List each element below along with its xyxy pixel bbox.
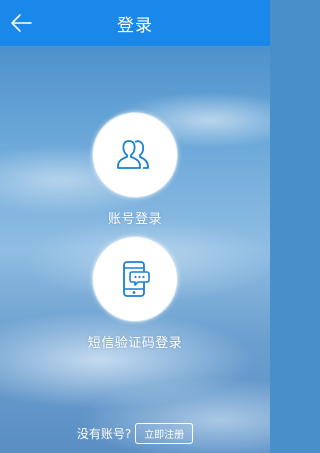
header-bar: 登录 [0,0,270,46]
arrow-left-icon[interactable] [6,8,36,38]
sms-login-button[interactable] [92,236,178,322]
account-login-button[interactable] [92,112,178,198]
account-login-option[interactable]: 账号登录 [0,112,270,227]
user-icon [117,140,149,169]
no-account-text: 没有账号? [76,427,132,441]
account-login-label: 账号登录 [107,212,162,227]
sms-login-option[interactable]: 短信验证码登录 [0,236,270,351]
page-title: 登录 [117,15,153,36]
phone-message-icon [123,261,150,297]
register-prompt: 没有账号? 立即注册 [0,423,270,444]
sms-login-label: 短信验证码登录 [87,336,183,351]
register-button[interactable]: 立即注册 [135,423,194,444]
